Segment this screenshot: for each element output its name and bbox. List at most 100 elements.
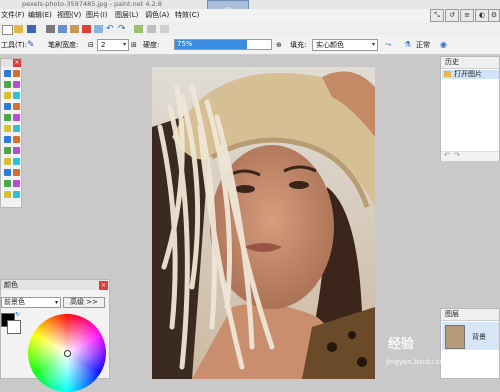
tool-icon[interactable] <box>13 136 20 143</box>
tool-icon[interactable] <box>13 103 20 110</box>
canvas-image[interactable] <box>152 67 375 379</box>
watermark-url: jingyan.baidu.com <box>386 358 451 366</box>
close-icon[interactable]: × <box>99 281 108 290</box>
tool-icon[interactable] <box>4 136 11 143</box>
deselect-icon[interactable] <box>94 25 103 33</box>
open-folder-icon <box>444 71 451 77</box>
tool-icon[interactable] <box>4 103 11 110</box>
tool-icon[interactable] <box>4 169 11 176</box>
history-item[interactable]: 打开图片 <box>442 70 499 79</box>
tool-icon[interactable] <box>4 147 11 154</box>
redo-icon[interactable]: ↷ <box>118 24 126 34</box>
copy-icon[interactable] <box>58 25 67 33</box>
colors-window-toggle[interactable]: ◐ <box>475 9 489 22</box>
history-item-label: 打开图片 <box>454 70 482 78</box>
settings-gear-icon[interactable]: ⚙ <box>488 9 500 22</box>
tool-icon[interactable] <box>13 191 20 198</box>
menu-adjustments[interactable]: 调色(A) <box>145 9 169 22</box>
ruler-icon[interactable] <box>147 25 156 33</box>
title-bar: pexels-photo-3597485.jpg - paint.net 4.2… <box>0 0 500 9</box>
tool-icon[interactable] <box>4 180 11 187</box>
fill-mode-select[interactable]: 实心颜色 ▾ <box>312 39 378 51</box>
hardness-value: 75% <box>177 40 193 48</box>
close-icon[interactable]: × <box>13 59 21 67</box>
save-icon[interactable] <box>27 25 36 33</box>
undo-icon[interactable]: ↶ <box>444 151 450 159</box>
antialias-icon[interactable]: ⊕ <box>276 39 282 51</box>
tools-palette: × <box>0 58 22 208</box>
color-target-value: 前景色 <box>4 298 25 306</box>
watermark-brand: 经验 <box>388 337 415 352</box>
tool-icon[interactable] <box>13 147 20 154</box>
chevron-down-icon: ▾ <box>54 299 58 306</box>
layers-header: 图层 <box>441 309 499 321</box>
tool-icon[interactable] <box>13 70 20 77</box>
decrease-icon[interactable]: ⊟ <box>88 39 94 51</box>
layers-title: 图层 <box>445 310 459 318</box>
chevron-down-icon: ▾ <box>122 41 126 48</box>
units-icon[interactable] <box>160 25 169 33</box>
menu-view[interactable]: 视图(V) <box>57 9 81 22</box>
history-window-toggle[interactable]: ↺ <box>445 9 459 22</box>
menu-layers[interactable]: 图层(L) <box>115 9 138 22</box>
alpha-blending-icon[interactable]: ⤳ <box>385 40 391 50</box>
menu-file[interactable]: 文件(F) <box>1 9 25 22</box>
crop-icon[interactable] <box>82 25 91 33</box>
tool-icon[interactable] <box>13 125 20 132</box>
chevron-down-icon: ▾ <box>371 41 375 48</box>
tools-window-toggle[interactable]: ⤡ <box>430 9 444 22</box>
colors-panel: 颜色 × 前景色 ▾ 高级 >> ↻ <box>0 279 110 392</box>
hardness-slider[interactable]: 75% <box>174 39 272 50</box>
tool-icon[interactable] <box>13 81 20 88</box>
tool-icon[interactable] <box>4 92 11 99</box>
cut-icon[interactable] <box>46 25 55 33</box>
blend-mode-value[interactable]: 正常 <box>416 36 430 54</box>
menu-edit[interactable]: 编辑(E) <box>28 9 52 22</box>
undo-icon[interactable]: ↶ <box>106 24 114 34</box>
tool-icon[interactable] <box>13 92 20 99</box>
layer-item[interactable]: 背景 <box>442 322 499 350</box>
brush-width-label: 笔刷宽度: <box>48 41 79 49</box>
tool-icon[interactable] <box>13 158 20 165</box>
more-button[interactable]: 高级 >> <box>63 297 105 308</box>
colors-header: 颜色 <box>1 280 109 290</box>
window-title: pexels-photo-3597485.jpg - paint.net 4.2… <box>22 0 162 8</box>
increase-icon[interactable]: ⊞ <box>131 39 137 51</box>
layers-panel: 图层 背景 <box>440 308 500 379</box>
grid-icon[interactable] <box>134 25 143 33</box>
portrait-photo <box>152 67 375 379</box>
color-target-select[interactable]: 前景色 ▾ <box>1 297 61 308</box>
redo-icon[interactable]: ↷ <box>454 151 460 159</box>
tool-icon[interactable] <box>4 125 11 132</box>
tool-icon[interactable] <box>4 70 11 77</box>
color-wheel-picker[interactable] <box>64 350 71 357</box>
paintbrush-icon[interactable]: ✎ <box>27 40 35 50</box>
selection-mode-icon[interactable]: ◉ <box>440 40 447 49</box>
tool-icon[interactable] <box>4 191 11 198</box>
menu-effects[interactable]: 特效(C) <box>175 9 199 22</box>
tool-icon[interactable] <box>4 158 11 165</box>
history-footer: ↶ ↷ <box>441 151 499 161</box>
tool-icon[interactable] <box>13 180 20 187</box>
tool-icon[interactable] <box>13 114 20 121</box>
paste-icon[interactable] <box>70 25 79 33</box>
swap-colors-icon[interactable]: ↻ <box>15 311 20 318</box>
layers-window-toggle[interactable]: ≡ <box>460 9 474 22</box>
tool-icon[interactable] <box>13 169 20 176</box>
brush-width-input[interactable]: 2 ▾ <box>97 39 129 51</box>
hardness-label: 硬度: <box>143 41 160 49</box>
open-folder-icon[interactable] <box>14 25 23 33</box>
tool-icon[interactable] <box>4 114 11 121</box>
tool-icon[interactable] <box>4 81 11 88</box>
menu-image[interactable]: 图片(I) <box>86 9 108 22</box>
brush-width-value: 2 <box>101 41 106 49</box>
history-header: 历史 <box>441 57 499 69</box>
fill-mode-value: 实心颜色 <box>316 41 344 49</box>
colors-title: 颜色 <box>4 281 18 289</box>
new-file-icon[interactable] <box>2 25 13 35</box>
layer-item-label: 背景 <box>472 333 486 341</box>
blend-mode-icon[interactable]: ⚗ <box>404 40 411 49</box>
tool-label: 工具(T): <box>1 41 28 49</box>
secondary-color-swatch[interactable] <box>7 320 21 334</box>
layer-thumbnail <box>445 325 465 349</box>
